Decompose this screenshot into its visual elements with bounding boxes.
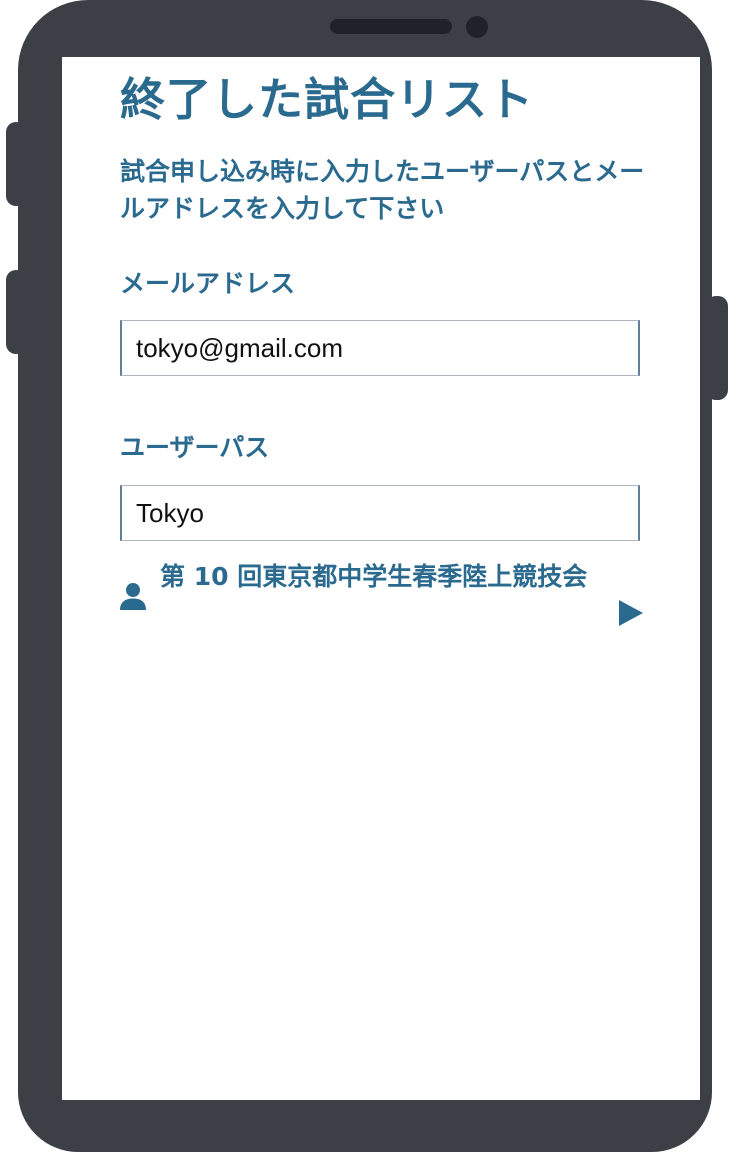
email-label: メールアドレス (120, 269, 296, 298)
user-pass-input[interactable] (120, 485, 640, 541)
instructions-text: 試合申し込み時に入力したユーザーパスとメールアドレスを入力して下さい (120, 157, 645, 223)
phone-screen: 終了した試合リスト 試合申し込み時に入力したユーザーパスとメールアドレスを入力し… (62, 57, 700, 1100)
event-name: 第 10 回東京都中学生春季陸上競技会 (160, 562, 588, 591)
phone-frame: 終了した試合リスト 試合申し込み時に入力したユーザーパスとメールアドレスを入力し… (18, 0, 712, 1152)
person-icon (120, 583, 146, 610)
email-input[interactable] (120, 320, 640, 376)
user-pass-label: ユーザーパス (120, 433, 270, 462)
front-camera (466, 16, 488, 38)
speaker-grille (330, 19, 452, 34)
play-arrow-icon[interactable] (619, 600, 643, 626)
page-title: 終了した試合リスト (120, 73, 535, 126)
event-list-item[interactable]: 第 10 回東京都中学生春季陸上競技会 (120, 559, 644, 639)
page: 終了した試合リスト 試合申し込み時に入力したユーザーパスとメールアドレスを入力し… (0, 0, 732, 1152)
